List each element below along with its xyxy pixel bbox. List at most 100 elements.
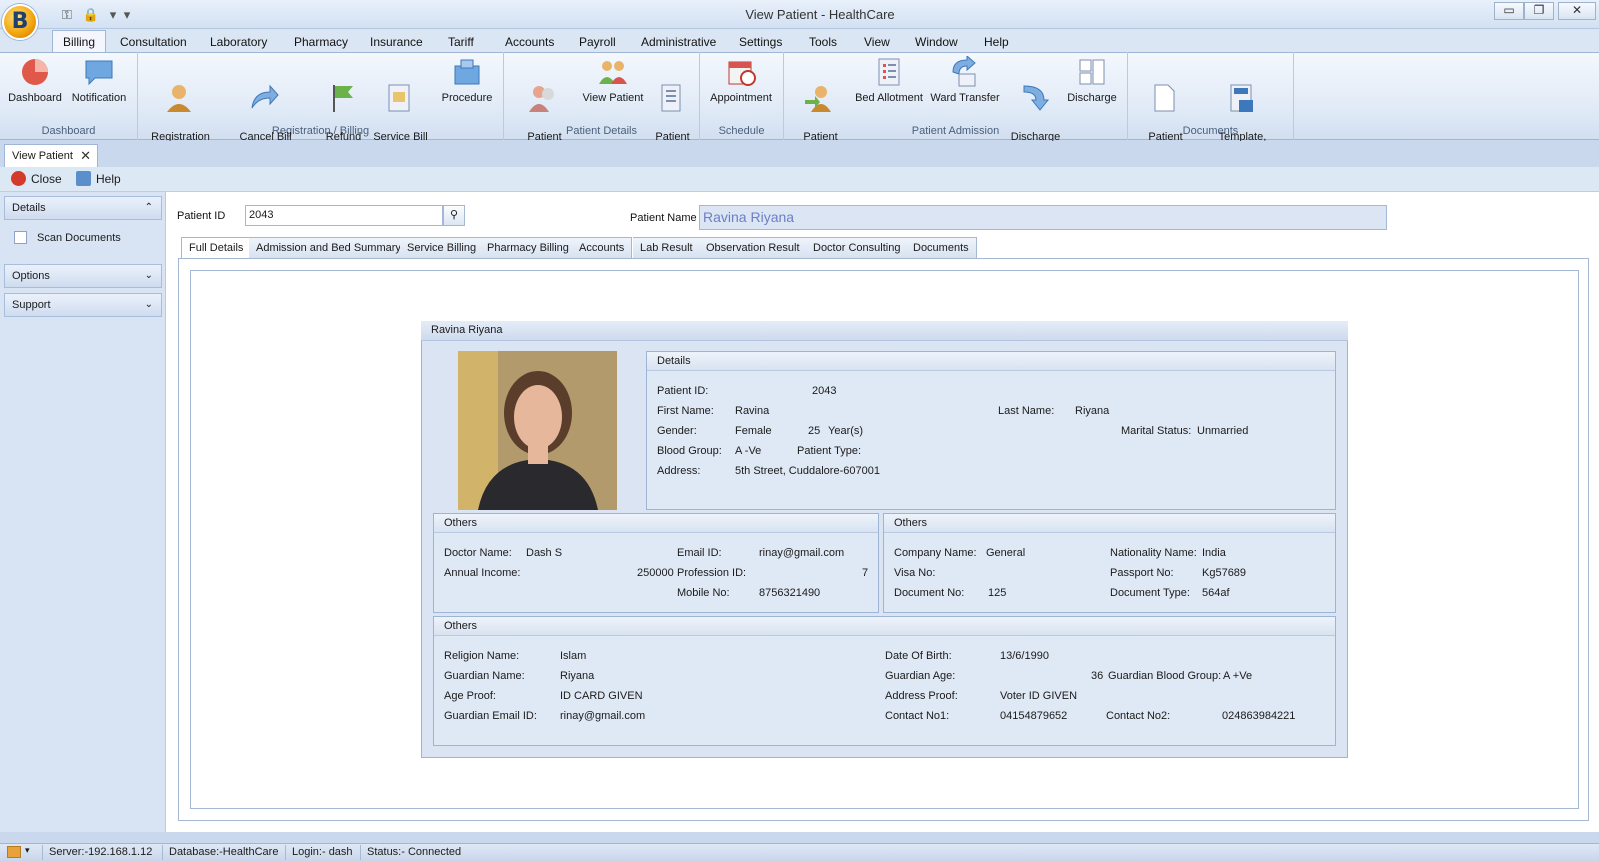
blank-document-icon <box>1154 84 1175 112</box>
status-database: Database:-HealthCare <box>162 845 284 860</box>
patient-id-input[interactable]: 2043 <box>245 205 443 226</box>
status-connection: Status:- Connected <box>360 845 467 860</box>
patient-id-label: Patient ID <box>177 210 226 222</box>
email-value: rinay@gmail.com <box>759 547 845 559</box>
close-button[interactable]: Close <box>11 170 62 189</box>
view-patient-doc-tab[interactable]: View Patient ✕ <box>4 144 98 167</box>
status-dropdown-icon[interactable]: ▾ <box>25 845 30 856</box>
notification-button[interactable]: Notification <box>68 56 130 105</box>
tab-service-billing[interactable]: Service Billing <box>400 237 485 259</box>
menu-administrative[interactable]: Administrative <box>639 32 718 52</box>
menu-tools[interactable]: Tools <box>807 32 839 52</box>
scan-documents-checkbox[interactable] <box>14 231 27 244</box>
procedure-button[interactable]: Procedure <box>436 56 498 105</box>
help-icon <box>76 171 91 186</box>
minimize-button[interactable]: ▭ <box>1494 2 1524 20</box>
passport-value: Kg57689 <box>1202 567 1247 579</box>
menu-payroll[interactable]: Payroll <box>577 32 618 52</box>
others-panel-company: Others Company Name: General Nationality… <box>883 513 1336 613</box>
menu-window[interactable]: Window <box>913 32 960 52</box>
speech-bubble-icon <box>85 60 113 86</box>
details-section-header[interactable]: Details ⌃ <box>4 196 162 220</box>
layout-icon <box>1079 59 1105 85</box>
tab-pharmacy-billing[interactable]: Pharmacy Billing <box>480 237 577 259</box>
close-circle-icon <box>11 171 26 186</box>
dashboard-button[interactable]: Dashboard <box>5 56 65 105</box>
discharge-button[interactable]: Discharge <box>1064 56 1120 105</box>
pie-chart-icon <box>22 59 48 85</box>
options-section-header[interactable]: Options ⌄ <box>4 264 162 288</box>
gender-value: Female <box>735 425 772 437</box>
menu-consultation[interactable]: Consultation <box>118 32 189 52</box>
user-icon <box>167 85 191 112</box>
marital-status-value: Unmarried <box>1197 425 1249 437</box>
support-section-header[interactable]: Support ⌄ <box>4 293 162 317</box>
list-icon <box>661 84 681 112</box>
calendar-icon <box>728 61 756 86</box>
close-tab-icon[interactable]: ✕ <box>80 145 91 167</box>
blood-group-value: A -Ve <box>735 445 762 457</box>
status-menu-icon[interactable] <box>7 846 21 858</box>
age-value: 25 <box>808 425 821 437</box>
transfer-arrow-icon <box>952 56 976 87</box>
patient-name-field[interactable]: Ravina Riyana <box>699 205 1387 230</box>
guardian-blood-value: A +Ve <box>1223 670 1253 682</box>
return-arrow-icon <box>1023 85 1050 111</box>
tab-documents[interactable]: Documents <box>906 237 977 259</box>
others-panel-doctor: Others Doctor Name: Dash S Email ID: rin… <box>433 513 879 613</box>
chevron-up-icon: ⌃ <box>144 202 153 213</box>
guardian-email-value: rinay@gmail.com <box>560 710 646 722</box>
person-photo-icon <box>458 351 617 510</box>
binoculars-icon[interactable]: ⚲ <box>443 205 465 226</box>
menu-accounts[interactable]: Accounts <box>503 32 556 52</box>
last-name-value: Riyana <box>1075 405 1110 417</box>
checklist-icon <box>878 58 900 86</box>
menu-help[interactable]: Help <box>982 32 1011 52</box>
restore-button[interactable]: ❐ <box>1524 2 1554 20</box>
annual-income-value: 250000 <box>637 567 674 579</box>
menu-pharmacy[interactable]: Pharmacy <box>292 32 350 52</box>
tab-lab-result[interactable]: Lab Result <box>633 237 701 259</box>
procedure-icon <box>454 59 480 85</box>
doc-save-icon <box>1230 84 1253 112</box>
menu-settings[interactable]: Settings <box>737 32 784 52</box>
patients-icon <box>529 86 554 112</box>
status-server: Server:-192.168.1.12 <box>42 845 158 860</box>
admit-user-icon <box>805 86 831 112</box>
tab-full-details[interactable]: Full Details <box>181 237 252 260</box>
tab-observation-result[interactable]: Observation Result <box>699 237 808 259</box>
guardian-age-value: 36 <box>1091 670 1104 682</box>
document-no-value: 125 <box>988 587 1007 599</box>
menu-laboratory[interactable]: Laboratory <box>208 32 269 52</box>
tab-doctor-consulting[interactable]: Doctor Consulting <box>806 237 909 259</box>
tab-accounts[interactable]: Accounts <box>572 237 633 259</box>
menu-insurance[interactable]: Insurance <box>368 32 425 52</box>
doctor-name-value: Dash S <box>526 547 563 559</box>
status-login: Login:- dash <box>285 845 359 860</box>
menu-billing[interactable]: Billing <box>52 30 107 53</box>
details-panel: Details Patient ID: 2043 First Name: Rav… <box>646 351 1336 510</box>
help-button[interactable]: Help <box>76 170 121 189</box>
appointment-button[interactable]: Appointment <box>706 56 776 105</box>
group-icon <box>599 61 627 84</box>
nationality-value: India <box>1202 547 1226 559</box>
view-patient-button[interactable]: View Patient <box>580 56 646 105</box>
bed-allotment-button[interactable]: Bed Allotment <box>852 56 926 105</box>
menu-view[interactable]: View <box>862 32 892 52</box>
address-value: 5th Street, Cuddalore-607001 <box>735 465 880 477</box>
close-window-button[interactable]: ✕ <box>1558 2 1596 20</box>
document-tab-strip <box>0 141 1599 167</box>
ward-transfer-button[interactable]: Ward Transfer <box>928 56 1002 105</box>
mobile-value: 8756321490 <box>759 587 821 599</box>
chevron-down-icon: ⌄ <box>144 270 153 281</box>
window-title: View Patient - HealthCare <box>745 7 895 22</box>
flag-icon <box>333 85 353 112</box>
menu-tariff[interactable]: Tariff <box>446 32 476 52</box>
patient-name-label: Patient Name <box>630 212 697 224</box>
left-panel <box>0 192 166 832</box>
scan-documents-label: Scan Documents <box>37 232 121 244</box>
age-proof-value: ID CARD GIVEN <box>560 690 643 702</box>
first-name-value: Ravina <box>735 405 770 417</box>
tab-admission-bed-summary[interactable]: Admission and Bed Summary <box>249 237 409 259</box>
app-menu-button[interactable]: B <box>2 4 38 40</box>
